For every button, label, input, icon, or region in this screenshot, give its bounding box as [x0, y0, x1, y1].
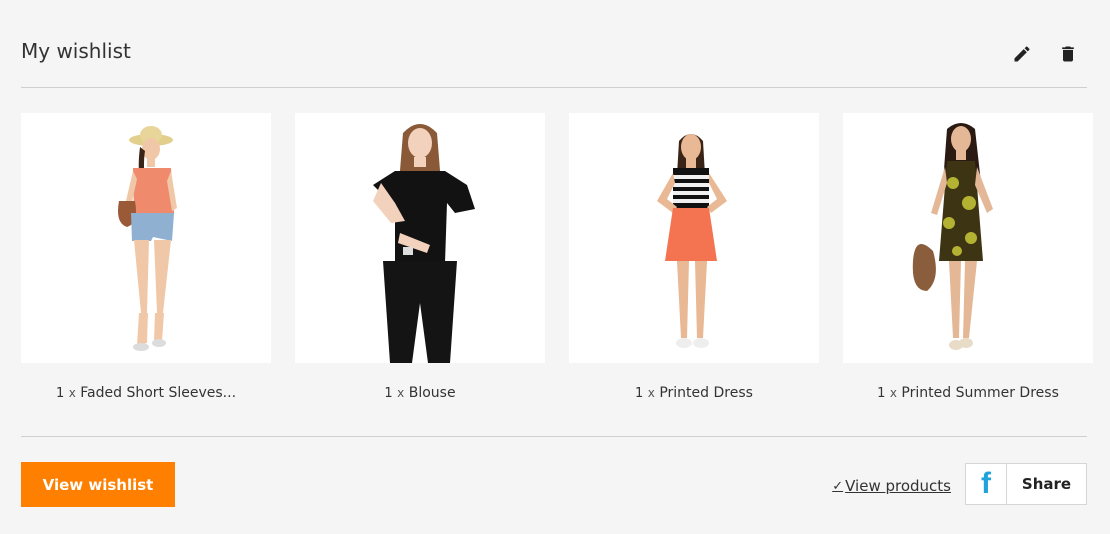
product-image[interactable] — [21, 113, 271, 363]
page-title: My wishlist — [21, 39, 131, 63]
product-name: Blouse — [408, 385, 456, 401]
product-card[interactable]: 1 x Faded Short Sleeves... — [21, 113, 271, 401]
product-image[interactable] — [569, 113, 819, 363]
facebook-icon: f — [966, 464, 1007, 504]
product-caption[interactable]: 1 x Printed Dress — [569, 385, 819, 401]
view-products-label: View products — [845, 477, 951, 495]
product-card[interactable]: 1 x Printed Dress — [569, 113, 819, 401]
product-photo — [912, 123, 993, 350]
product-photo — [373, 124, 475, 363]
product-caption[interactable]: 1 x Printed Summer Dress — [843, 385, 1093, 401]
product-name: Printed Dress — [659, 385, 753, 401]
header-actions — [1011, 43, 1079, 65]
product-image[interactable] — [843, 113, 1093, 363]
product-card[interactable]: 1 x Printed Summer Dress — [843, 113, 1093, 401]
share-button[interactable]: f Share — [965, 463, 1087, 505]
view-products-link[interactable]: ✓ View products — [832, 477, 951, 495]
quantity-separator: x — [68, 386, 76, 400]
product-quantity: 1 — [877, 386, 886, 401]
facebook-glyph: f — [981, 467, 991, 500]
wishlist-footer: View wishlist ✓ View products f Share — [21, 436, 1087, 534]
product-image[interactable] — [295, 113, 545, 363]
product-photo — [118, 126, 177, 351]
view-wishlist-button[interactable]: View wishlist — [21, 462, 175, 507]
wishlist-header: My wishlist — [21, 30, 1087, 88]
share-label: Share — [1021, 475, 1072, 493]
quantity-separator: x — [647, 386, 655, 400]
check-icon: ✓ — [832, 478, 844, 494]
quantity-separator: x — [889, 386, 897, 400]
product-caption[interactable]: 1 x Blouse — [295, 385, 545, 401]
product-name: Faded Short Sleeves... — [80, 385, 237, 401]
pencil-icon — [1014, 46, 1030, 62]
product-quantity: 1 — [384, 386, 393, 401]
delete-wishlist-button[interactable] — [1057, 43, 1079, 65]
product-quantity: 1 — [635, 386, 644, 401]
product-caption[interactable]: 1 x Faded Short Sleeves... — [21, 385, 271, 401]
trash-icon — [1062, 46, 1074, 62]
quantity-separator: x — [397, 386, 405, 400]
wishlist-products: 1 x Faded Short Sleeves... 1 x Blouse 1 … — [21, 113, 1093, 413]
edit-wishlist-button[interactable] — [1011, 43, 1033, 65]
product-photo — [657, 134, 727, 348]
product-name: Printed Summer Dress — [901, 385, 1059, 401]
product-quantity: 1 — [55, 386, 65, 401]
product-card[interactable]: 1 x Blouse — [295, 113, 545, 401]
